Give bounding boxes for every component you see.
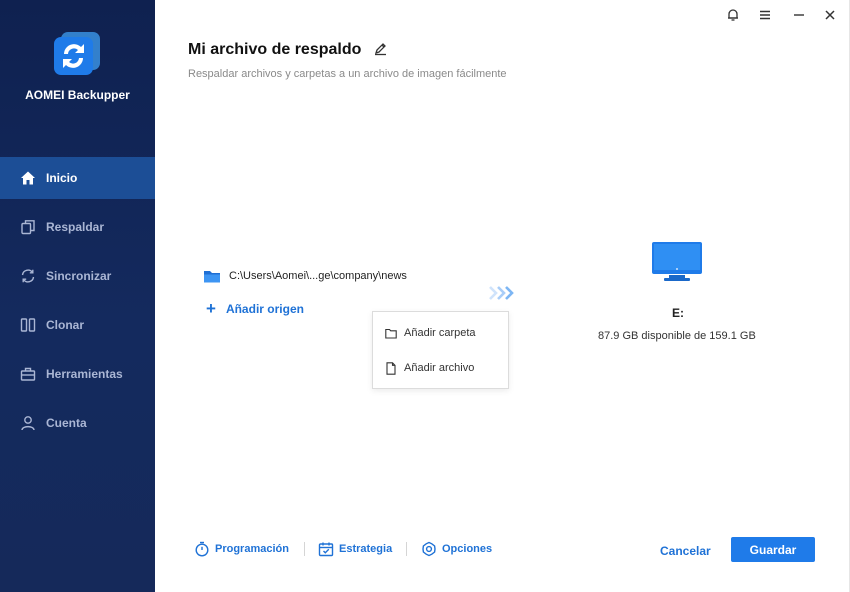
sidebar: AOMEI Backupper Inicio Respaldar Sincron… [0, 0, 155, 592]
menu-icon [760, 10, 770, 20]
user-icon [19, 414, 37, 432]
add-source-dropdown: Añadir carpeta Añadir archivo [372, 311, 509, 389]
add-folder-label: Añadir carpeta [404, 327, 476, 339]
sidebar-item-inicio[interactable]: Inicio [0, 157, 155, 199]
close-icon [825, 10, 835, 20]
divider [406, 542, 407, 556]
sync-icon [19, 267, 37, 285]
page-title: Mi archivo de respaldo [188, 41, 362, 58]
aomei-logo-icon [54, 32, 100, 75]
folder-outline-icon [385, 328, 397, 339]
copy-icon [19, 218, 37, 236]
add-source-button[interactable]: + Añadir origen [206, 299, 304, 318]
add-source-label: Añadir origen [225, 302, 304, 316]
options-label: Opciones [442, 543, 493, 555]
file-outline-icon [386, 361, 396, 375]
toolbox-icon [19, 365, 37, 383]
add-file-item[interactable]: Añadir archivo [373, 351, 508, 385]
clone-icon [19, 316, 37, 334]
calendar-check-icon [318, 542, 334, 557]
sidebar-item-cuenta[interactable]: Cuenta [0, 402, 155, 444]
strategy-button[interactable]: Estrategia [318, 541, 392, 557]
gear-icon [422, 541, 436, 557]
home-icon [19, 169, 37, 187]
sidebar-item-label: Respaldar [46, 220, 105, 234]
source-path: C:\Users\Aomei\...ge\company\news [229, 270, 407, 282]
destination-monitor-icon[interactable] [651, 241, 703, 283]
sidebar-item-sincronizar[interactable]: Sincronizar [0, 255, 155, 297]
options-button[interactable]: Opciones [421, 541, 492, 557]
strategy-label: Estrategia [339, 543, 393, 555]
sidebar-item-label: Cuenta [46, 416, 87, 430]
source-item[interactable]: C:\Users\Aomei\...ge\company\news [203, 268, 407, 284]
schedule-button[interactable]: Programación [194, 541, 289, 557]
page-subtitle: Respaldar archivos y carpetas a un archi… [188, 68, 507, 80]
edit-pencil-icon[interactable] [373, 41, 388, 56]
sidebar-item-label: Clonar [46, 318, 85, 332]
folder-icon [204, 271, 220, 283]
logo-area: AOMEI Backupper [0, 0, 155, 140]
plus-icon: + [206, 299, 216, 318]
bell-icon [728, 9, 738, 21]
notification-button[interactable] [724, 6, 742, 24]
close-button[interactable] [821, 6, 839, 24]
sidebar-item-label: Herramientas [46, 367, 123, 381]
sidebar-item-label: Sincronizar [46, 269, 112, 283]
sidebar-item-herramientas[interactable]: Herramientas [0, 353, 155, 395]
menu-button[interactable] [756, 6, 774, 24]
cancel-button[interactable]: Cancelar [660, 544, 711, 558]
stopwatch-icon [195, 541, 209, 557]
add-folder-item[interactable]: Añadir carpeta [373, 316, 508, 350]
sidebar-item-label: Inicio [46, 171, 78, 185]
sidebar-item-clonar[interactable]: Clonar [0, 304, 155, 346]
minimize-icon [794, 14, 804, 16]
minimize-button[interactable] [790, 6, 808, 24]
schedule-label: Programación [215, 543, 289, 555]
save-button[interactable]: Guardar [731, 537, 815, 562]
divider [304, 542, 305, 556]
flow-arrows-icon [489, 286, 514, 300]
destination-drive: E: [672, 306, 684, 320]
sidebar-item-respaldar[interactable]: Respaldar [0, 206, 155, 248]
app-name: AOMEI Backupper [25, 88, 130, 102]
add-file-label: Añadir archivo [404, 362, 475, 374]
destination-space: 87.9 GB disponible de 159.1 GB [598, 330, 756, 342]
